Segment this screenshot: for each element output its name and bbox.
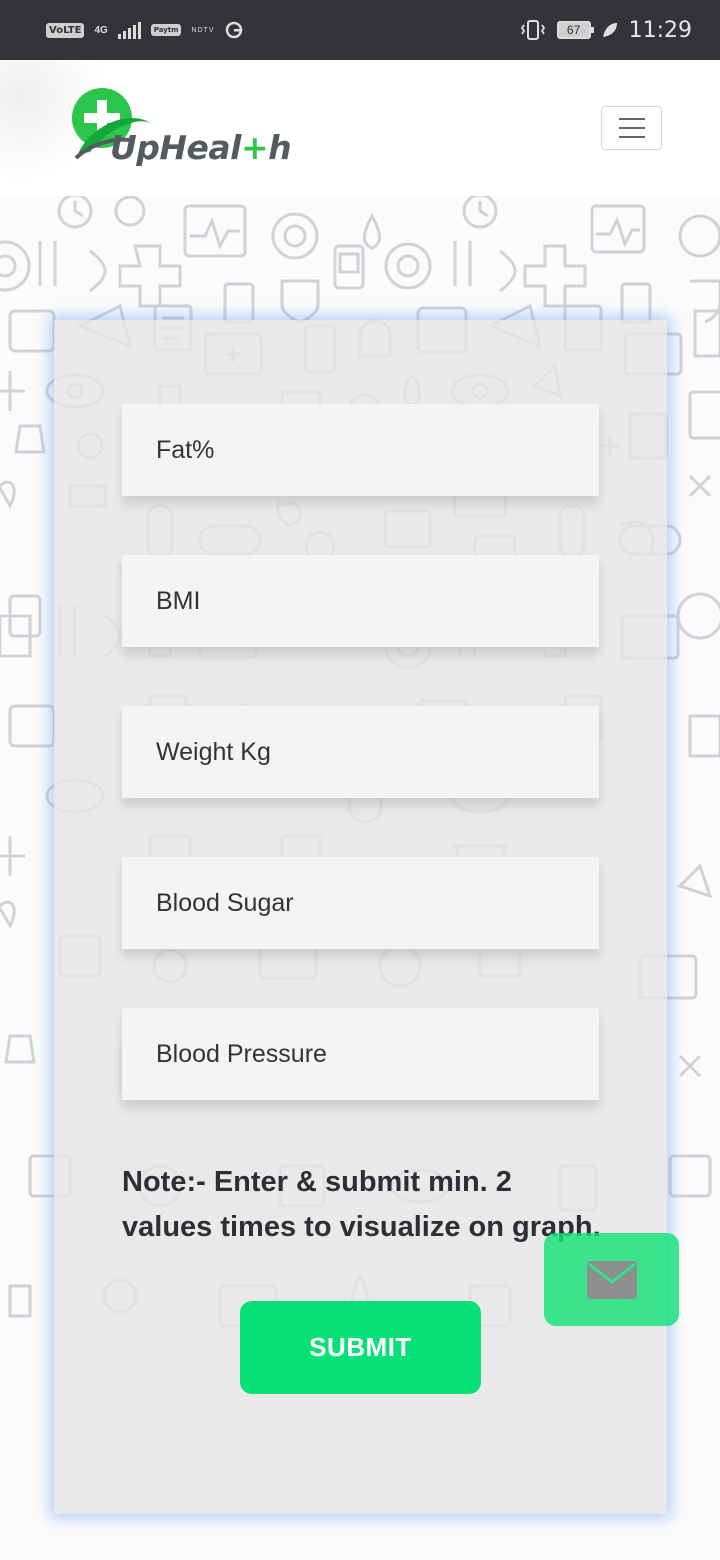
g-app-icon	[225, 21, 242, 39]
blood-sugar-input[interactable]	[122, 857, 599, 949]
vibrate-icon	[520, 20, 545, 40]
paytm-notification-icon: Paytm	[150, 24, 182, 36]
hamburger-icon[interactable]	[601, 106, 662, 150]
contact-mail-button[interactable]	[544, 1233, 679, 1326]
status-bar: VoLTE 4G Paytm NDTV 67 11:29	[0, 0, 720, 60]
status-left: VoLTE 4G Paytm NDTV	[46, 21, 243, 39]
fat-percent-input[interactable]	[122, 404, 599, 496]
uphealth-logo[interactable]: UpHeal+h	[70, 86, 300, 176]
network-type: 4G	[94, 24, 108, 36]
bmi-input[interactable]	[122, 555, 599, 647]
volte-indicator: VoLTE	[46, 22, 85, 38]
weight-kg-input[interactable]	[122, 706, 599, 798]
leaf-icon	[602, 23, 617, 37]
mail-icon	[586, 1260, 637, 1299]
ndtv-notification-icon: NDTV	[191, 26, 215, 34]
form-note: Note:- Enter & submit min. 2 values time…	[122, 1166, 601, 1243]
battery-icon: 67	[556, 21, 594, 39]
logo-wordmark: UpHeal+h	[110, 128, 292, 167]
site-header: UpHeal+h	[0, 60, 720, 196]
status-right: 67 11:29	[519, 18, 692, 43]
submit-button[interactable]: SUBMIT	[240, 1301, 481, 1394]
clock: 11:29	[628, 17, 692, 43]
blood-pressure-input[interactable]	[122, 1008, 599, 1100]
signal-icon	[117, 21, 141, 39]
